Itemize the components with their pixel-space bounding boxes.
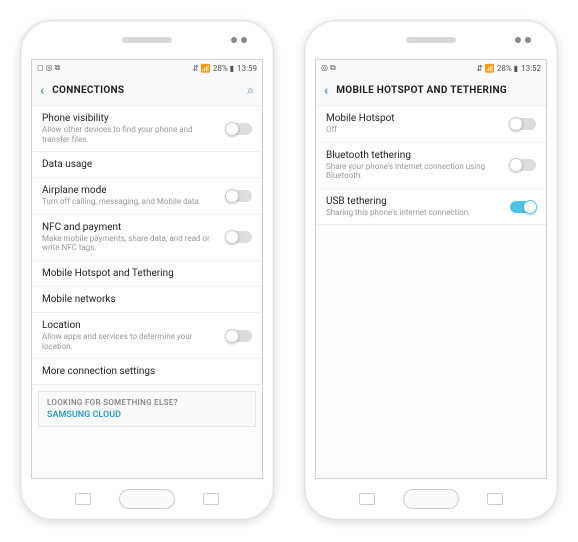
- screen-right: ◎ ⧉ ⇵ 📶 28% ▮ 13:52 ‹ MOBILE HOTSPOT AND…: [315, 59, 547, 479]
- row-title: Location: [42, 320, 218, 331]
- phone-bottom: [21, 479, 273, 519]
- row-sub: Share your phone's internet connection u…: [326, 162, 502, 181]
- footer-title: LOOKING FOR SOMETHING ELSE?: [47, 398, 247, 407]
- row-sub: Allow other devices to find your phone a…: [42, 125, 218, 144]
- sensor-dots: [231, 37, 247, 43]
- sensor-dots: [515, 37, 531, 43]
- row-sub: Off: [326, 125, 502, 135]
- row-location[interactable]: Location Allow apps and services to dete…: [32, 313, 262, 359]
- row-title: Mobile Hotspot and Tethering: [42, 268, 252, 279]
- row-hotspot-tethering[interactable]: Mobile Hotspot and Tethering: [32, 261, 262, 287]
- phone-top: [21, 21, 273, 59]
- header: ‹ MOBILE HOTSPOT AND TETHERING: [316, 76, 546, 106]
- toggle-airplane[interactable]: [226, 190, 252, 202]
- phone-right: ◎ ⧉ ⇵ 📶 28% ▮ 13:52 ‹ MOBILE HOTSPOT AND…: [304, 20, 558, 520]
- row-usb-tethering[interactable]: USB tethering Sharing this phone's inter…: [316, 189, 546, 226]
- row-title: NFC and payment: [42, 222, 218, 233]
- back-icon[interactable]: ‹: [324, 83, 328, 99]
- back-key[interactable]: [203, 493, 219, 505]
- status-time: 13:52: [521, 64, 541, 73]
- recent-key[interactable]: [359, 493, 375, 505]
- row-title: Bluetooth tethering: [326, 150, 502, 161]
- row-mobile-networks[interactable]: Mobile networks: [32, 287, 262, 313]
- row-title: Phone visibility: [42, 113, 218, 124]
- toggle-bluetooth-tethering[interactable]: [510, 159, 536, 171]
- back-icon[interactable]: ‹: [40, 83, 44, 99]
- row-title: More connection settings: [42, 366, 252, 377]
- row-sub: Make mobile payments, share data, and re…: [42, 234, 218, 253]
- back-key[interactable]: [487, 493, 503, 505]
- status-left: ◻ ◎ ⧉: [37, 63, 60, 73]
- footer-card: LOOKING FOR SOMETHING ELSE? SAMSUNG CLOU…: [38, 391, 256, 427]
- row-bluetooth-tethering[interactable]: Bluetooth tethering Share your phone's i…: [316, 143, 546, 189]
- search-icon[interactable]: ⌕: [247, 83, 254, 98]
- status-left: ◎ ⧉: [321, 63, 336, 73]
- row-title: USB tethering: [326, 196, 502, 207]
- footer-link[interactable]: SAMSUNG CLOUD: [47, 410, 247, 420]
- settings-list[interactable]: Phone visibility Allow other devices to …: [32, 106, 262, 478]
- row-sub: Sharing this phone's internet connection…: [326, 208, 502, 218]
- row-airplane-mode[interactable]: Airplane mode Turn off calling, messagin…: [32, 178, 262, 215]
- row-title: Data usage: [42, 159, 252, 170]
- settings-list[interactable]: Mobile Hotspot Off Bluetooth tethering S…: [316, 106, 546, 478]
- toggle-location[interactable]: [226, 330, 252, 342]
- screen-left: ◻ ◎ ⧉ ⇵ 📶 28% ▮ 13:59 ‹ CONNECTIONS ⌕ Ph…: [31, 59, 263, 479]
- row-nfc-payment[interactable]: NFC and payment Make mobile payments, sh…: [32, 215, 262, 261]
- phone-top: [305, 21, 557, 59]
- recent-key[interactable]: [75, 493, 91, 505]
- row-more-settings[interactable]: More connection settings: [32, 359, 262, 385]
- row-sub: Turn off calling, messaging, and Mobile …: [42, 197, 218, 207]
- row-title: Mobile Hotspot: [326, 113, 502, 124]
- toggle-nfc[interactable]: [226, 231, 252, 243]
- phone-bottom: [305, 479, 557, 519]
- status-time: 13:59: [237, 64, 257, 73]
- page-title: MOBILE HOTSPOT AND TETHERING: [336, 85, 538, 96]
- header: ‹ CONNECTIONS ⌕: [32, 76, 262, 106]
- home-button[interactable]: [119, 489, 175, 509]
- row-title: Mobile networks: [42, 294, 252, 305]
- home-button[interactable]: [403, 489, 459, 509]
- row-phone-visibility[interactable]: Phone visibility Allow other devices to …: [32, 106, 262, 152]
- speaker: [406, 37, 456, 43]
- row-mobile-hotspot[interactable]: Mobile Hotspot Off: [316, 106, 546, 143]
- status-bar: ◎ ⧉ ⇵ 📶 28% ▮ 13:52: [316, 60, 546, 76]
- toggle-usb-tethering[interactable]: [510, 201, 536, 213]
- row-sub: Allow apps and services to determine you…: [42, 332, 218, 351]
- page-title: CONNECTIONS: [52, 85, 239, 96]
- speaker: [122, 37, 172, 43]
- status-bar: ◻ ◎ ⧉ ⇵ 📶 28% ▮ 13:59: [32, 60, 262, 76]
- phone-left: ◻ ◎ ⧉ ⇵ 📶 28% ▮ 13:59 ‹ CONNECTIONS ⌕ Ph…: [20, 20, 274, 520]
- status-signal: ⇵ 📶 28% ▮: [476, 64, 518, 73]
- row-title: Airplane mode: [42, 185, 218, 196]
- status-signal: ⇵ 📶 28% ▮: [192, 64, 234, 73]
- row-data-usage[interactable]: Data usage: [32, 152, 262, 178]
- toggle-mobile-hotspot[interactable]: [510, 118, 536, 130]
- toggle-phone-visibility[interactable]: [226, 123, 252, 135]
